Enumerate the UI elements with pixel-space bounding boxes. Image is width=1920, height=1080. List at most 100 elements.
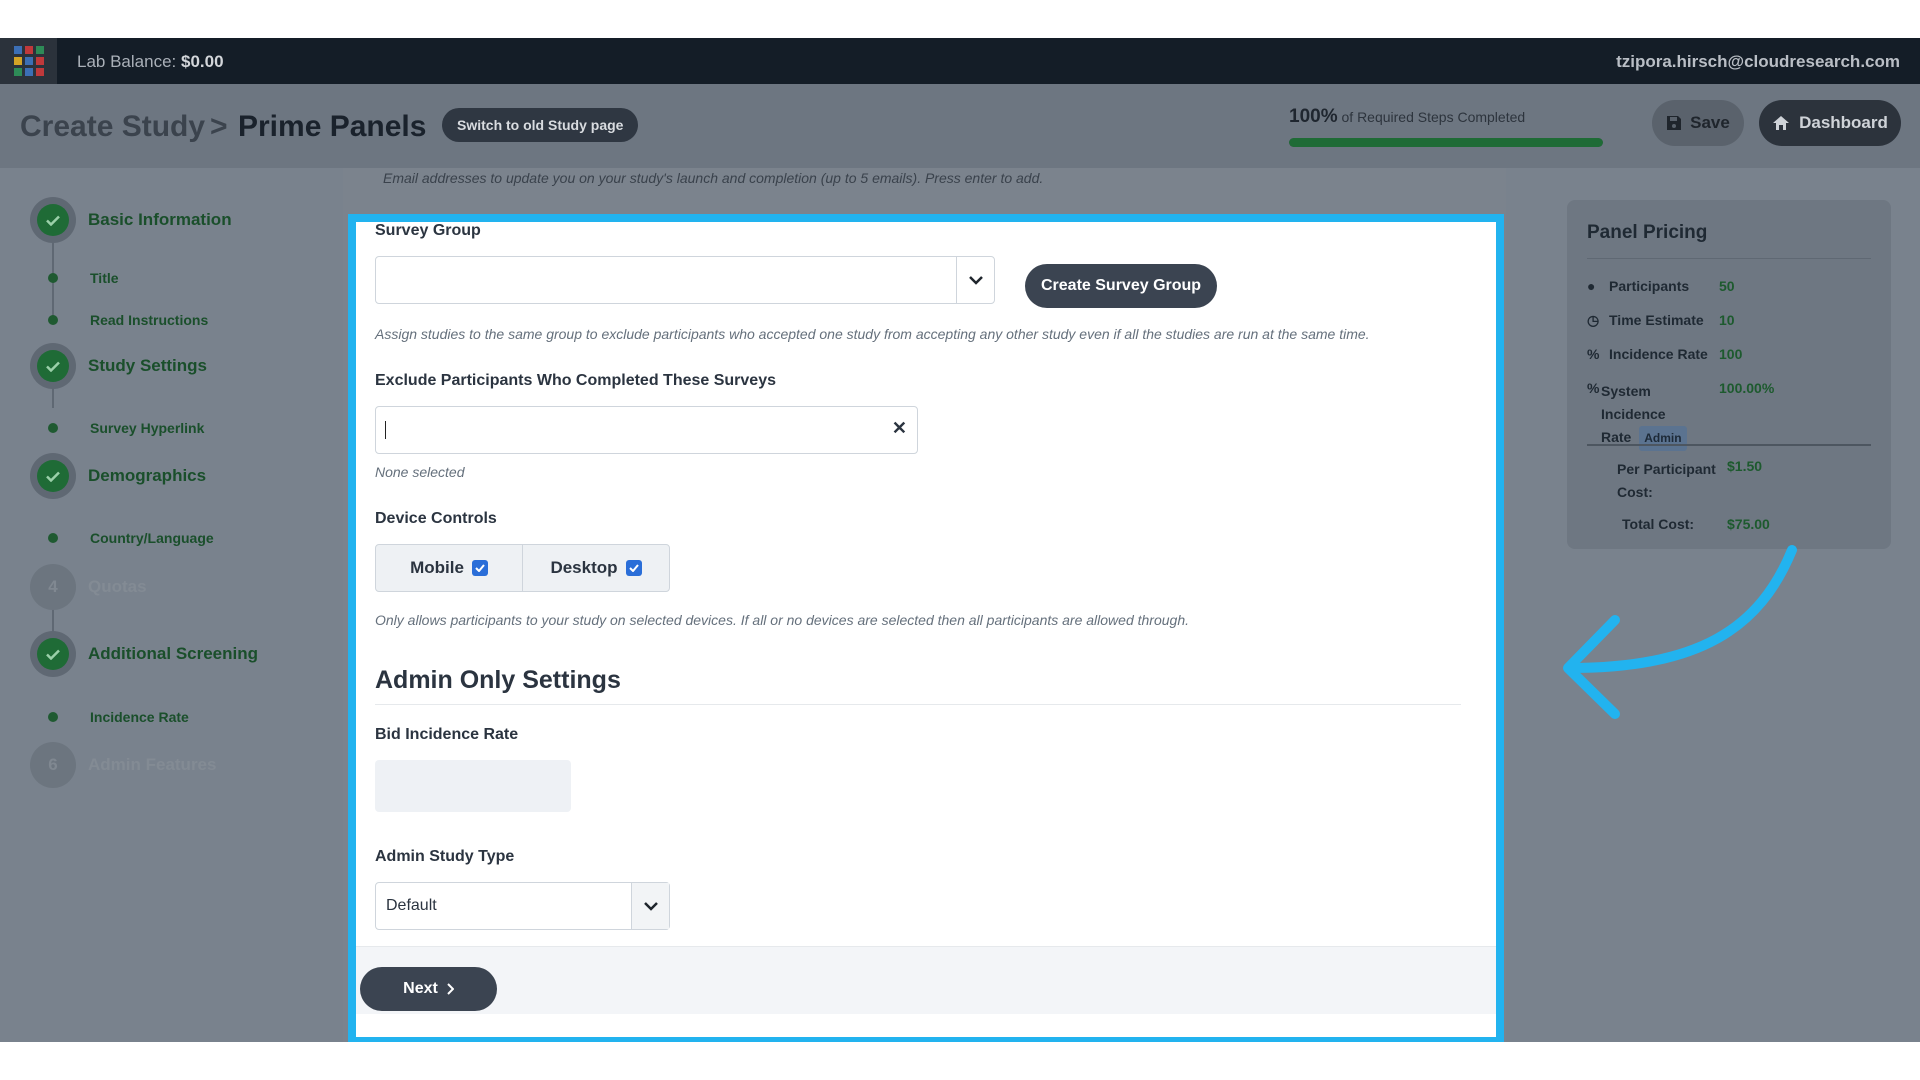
- step-label: Quotas: [88, 577, 147, 596]
- switch-old-study-button[interactable]: Switch to old Study page: [442, 108, 639, 142]
- substep-survey-hyperlink[interactable]: Survey Hyperlink: [48, 420, 204, 436]
- pricing-row-per-participant: Per Participant Cost: $1.50: [1617, 458, 1762, 504]
- pricing-label: Total Cost:: [1622, 516, 1695, 532]
- pricing-row-time-estimate: ◷ Time Estimate 10: [1587, 312, 1735, 329]
- save-button-label: Save: [1690, 113, 1730, 132]
- device-desktop-label: Desktop: [550, 558, 618, 577]
- clock-icon: ◷: [1587, 312, 1600, 328]
- percent-icon: %: [1587, 380, 1600, 396]
- close-icon[interactable]: ✕: [892, 418, 907, 439]
- pricing-label: Per Participant: [1617, 461, 1716, 477]
- check-icon: [37, 350, 69, 382]
- breadcrumb-separator: >: [210, 110, 228, 143]
- device-controls-group: Mobile Desktop: [375, 544, 670, 592]
- substep-title[interactable]: Title: [48, 270, 119, 286]
- substep-label: Survey Hyperlink: [90, 420, 205, 436]
- page-header: Create Study > Prime Panels Switch to ol…: [0, 84, 1920, 168]
- pricing-value: 50: [1719, 278, 1735, 294]
- step-label: Demographics: [88, 466, 207, 485]
- pricing-value: 100: [1719, 346, 1743, 362]
- exclude-surveys-input[interactable]: ✕: [375, 406, 918, 454]
- check-icon: [37, 638, 69, 670]
- admin-settings-title: Admin Only Settings: [375, 666, 621, 694]
- step-admin-features[interactable]: 6 Admin Features: [30, 742, 216, 788]
- progress-text: 100% of Required Steps Completed: [1289, 106, 1525, 128]
- step-basic-information[interactable]: Basic Information: [30, 197, 232, 243]
- breadcrumb-create-study[interactable]: Create Study: [20, 110, 205, 144]
- app-menu-button[interactable]: [0, 38, 57, 84]
- step-number: 6: [30, 742, 76, 788]
- pricing-value: $75.00: [1727, 516, 1770, 532]
- lab-balance: Lab Balance: $0.00: [77, 52, 224, 72]
- pricing-label: Rate: [1601, 429, 1632, 445]
- divider: [1587, 444, 1871, 446]
- device-desktop-toggle[interactable]: Desktop: [522, 545, 669, 591]
- substep-incidence-rate[interactable]: Incidence Rate: [48, 709, 189, 725]
- pricing-label: System Incidence: [1601, 383, 1666, 422]
- bid-incidence-label: Bid Incidence Rate: [375, 726, 519, 743]
- exclude-surveys-label: Exclude Participants Who Completed These…: [375, 372, 776, 389]
- substep-read-instructions[interactable]: Read Instructions: [48, 312, 208, 328]
- admin-badge: Admin: [1639, 426, 1687, 451]
- app-grid-icon: [13, 46, 44, 76]
- steps-sidebar: Basic Information Title Read Instruction…: [0, 168, 340, 1042]
- save-button[interactable]: Save: [1652, 100, 1744, 146]
- step-study-settings[interactable]: Study Settings: [30, 343, 207, 389]
- survey-group-label: Survey Group: [375, 222, 481, 239]
- substep-label: Incidence Rate: [90, 709, 189, 725]
- progress-label: of Required Steps Completed: [1341, 109, 1526, 125]
- panel-pricing-title: Panel Pricing: [1587, 222, 1708, 243]
- pricing-label: Time Estimate: [1609, 312, 1704, 328]
- home-icon: [1773, 116, 1790, 130]
- top-bar: Lab Balance: $0.00 tzipora.hirsch@cloudr…: [0, 38, 1920, 84]
- chevron-down-icon[interactable]: [631, 883, 669, 929]
- divider: [375, 704, 1461, 705]
- substep-country-language[interactable]: Country/Language: [48, 530, 214, 546]
- pricing-row-incidence-rate: % Incidence Rate 100: [1587, 346, 1742, 362]
- next-button[interactable]: Next: [360, 967, 497, 1011]
- panel-pricing-card: Panel Pricing ● Participants 50 ◷ Time E…: [1567, 200, 1891, 549]
- admin-study-type-label: Admin Study Type: [375, 848, 515, 865]
- step-additional-screening[interactable]: Additional Screening: [30, 631, 258, 677]
- dashboard-button[interactable]: Dashboard: [1759, 100, 1901, 146]
- step-label: Study Settings: [88, 356, 208, 375]
- bid-incidence-input[interactable]: [375, 760, 571, 812]
- check-icon: [37, 204, 69, 236]
- survey-group-select[interactable]: [375, 256, 995, 304]
- progress-bar-fill: [1289, 138, 1603, 147]
- substep-label: Title: [90, 270, 119, 286]
- form-footer: Next: [356, 946, 1496, 1014]
- checkbox-checked-icon[interactable]: [625, 560, 642, 576]
- step-quotas[interactable]: 4 Quotas: [30, 564, 147, 610]
- floppy-disk-icon: [1667, 116, 1682, 130]
- step-number: 4: [30, 564, 76, 610]
- progress-percent: 100%: [1289, 106, 1338, 127]
- highlighted-form-section: Survey Group Create Survey Group Assign …: [348, 214, 1504, 1042]
- device-controls-help: Only allows participants to your study o…: [375, 612, 1189, 628]
- app-frame: Lab Balance: $0.00 tzipora.hirsch@cloudr…: [0, 38, 1920, 1042]
- substep-label: Country/Language: [90, 530, 214, 546]
- pricing-value: 100.00%: [1719, 380, 1775, 396]
- divider: [1587, 258, 1871, 259]
- pricing-label: Participants: [1609, 278, 1690, 294]
- email-hint-text: Email addresses to update you on your st…: [383, 170, 1044, 186]
- user-email[interactable]: tzipora.hirsch@cloudresearch.com: [1616, 52, 1900, 72]
- progress-bar: [1289, 138, 1603, 147]
- step-demographics[interactable]: Demographics: [30, 453, 206, 499]
- device-mobile-toggle[interactable]: Mobile: [376, 545, 522, 591]
- admin-study-type-value: Default: [386, 897, 437, 914]
- survey-group-help: Assign studies to the same group to excl…: [375, 326, 1370, 342]
- chevron-right-icon: [447, 983, 454, 995]
- pricing-row-participants: ● Participants 50: [1587, 278, 1735, 294]
- pricing-row-system-incidence: % System Incidence Rate Admin 100.00%: [1587, 380, 1774, 451]
- next-button-label: Next: [403, 980, 438, 997]
- user-icon: ●: [1587, 278, 1596, 294]
- chevron-down-icon[interactable]: [956, 257, 994, 303]
- checkbox-checked-icon[interactable]: [471, 560, 488, 576]
- step-label: Additional Screening: [88, 644, 259, 663]
- create-survey-group-button[interactable]: Create Survey Group: [1025, 264, 1218, 308]
- admin-study-type-select[interactable]: Default: [375, 882, 670, 930]
- dashboard-button-label: Dashboard: [1799, 113, 1888, 132]
- step-label: Admin Features: [88, 755, 217, 774]
- substep-label: Read Instructions: [90, 312, 209, 328]
